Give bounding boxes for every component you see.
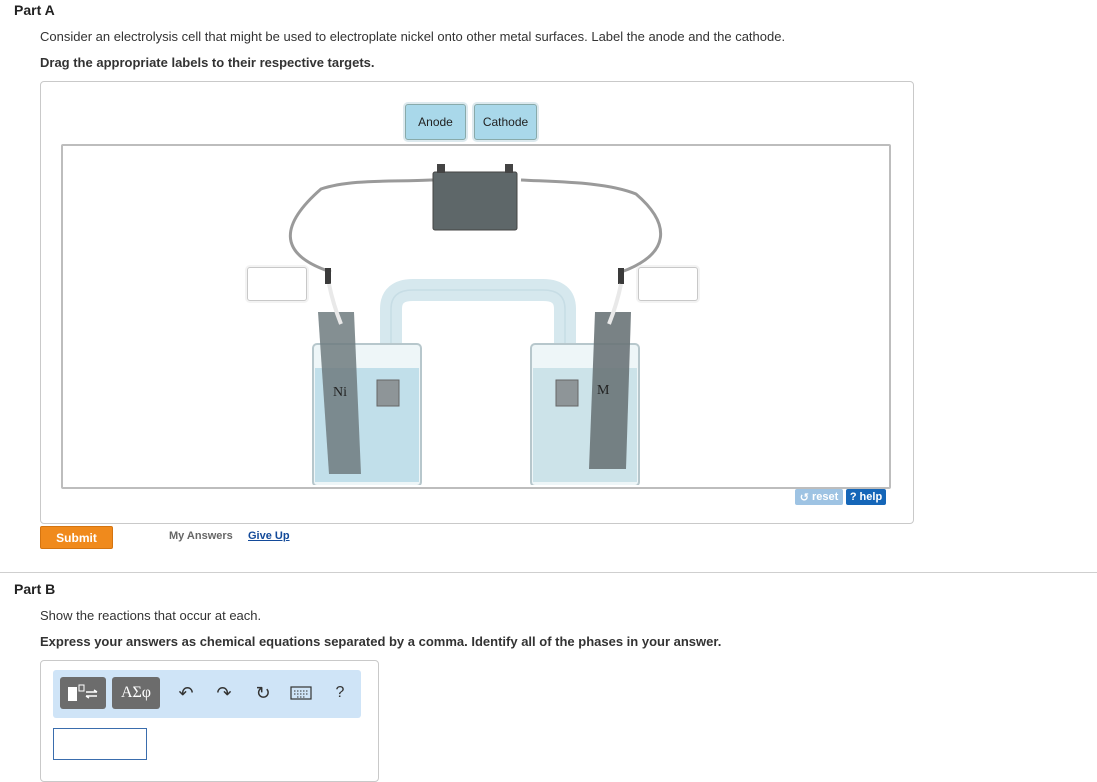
keyboard-icon[interactable] xyxy=(289,680,313,706)
help-button[interactable]: ? help xyxy=(846,489,886,505)
electrolysis-cell-illustration xyxy=(288,164,662,485)
question-icon: ? xyxy=(849,491,857,503)
anode-label-chip[interactable]: Anode xyxy=(405,104,466,140)
reset-icon: ↺ xyxy=(799,491,809,504)
part-a-prompt: Consider an electrolysis cell that might… xyxy=(40,29,786,44)
section-divider xyxy=(0,572,1097,573)
help-icon[interactable]: ? xyxy=(328,680,352,706)
ni-electrode-label: Ni xyxy=(333,385,347,400)
submit-button[interactable]: Submit xyxy=(40,526,113,549)
reset-icon[interactable]: ↻ xyxy=(251,680,275,706)
templates-icon xyxy=(68,684,98,701)
redo-icon[interactable]: ↷ xyxy=(212,680,236,706)
part-a-title: Part A xyxy=(14,2,55,18)
right-drop-target[interactable] xyxy=(638,267,698,301)
give-up-link[interactable]: Give Up xyxy=(248,530,290,542)
part-b-instruction: Express your answers as chemical equatio… xyxy=(40,634,722,649)
undo-icon[interactable]: ↶ xyxy=(174,680,198,706)
reset-button[interactable]: ↺ reset xyxy=(795,489,843,505)
my-answers-link[interactable]: My Answers xyxy=(169,530,233,542)
cathode-label-chip[interactable]: Cathode xyxy=(474,104,537,140)
part-b-title: Part B xyxy=(14,581,56,597)
left-drop-target[interactable] xyxy=(247,267,307,301)
left-wire xyxy=(288,178,432,274)
templates-button[interactable] xyxy=(60,677,106,709)
m-electrode xyxy=(589,312,631,469)
part-b-prompt: Show the reactions that occur at each. xyxy=(40,608,262,623)
part-a-instruction: Drag the appropriate labels to their res… xyxy=(40,55,375,70)
m-electrode-label: M xyxy=(597,383,610,398)
right-wire xyxy=(520,178,662,274)
symbols-button[interactable]: ΑΣφ xyxy=(112,677,160,709)
answer-input[interactable] xyxy=(53,728,147,760)
battery xyxy=(432,171,518,231)
